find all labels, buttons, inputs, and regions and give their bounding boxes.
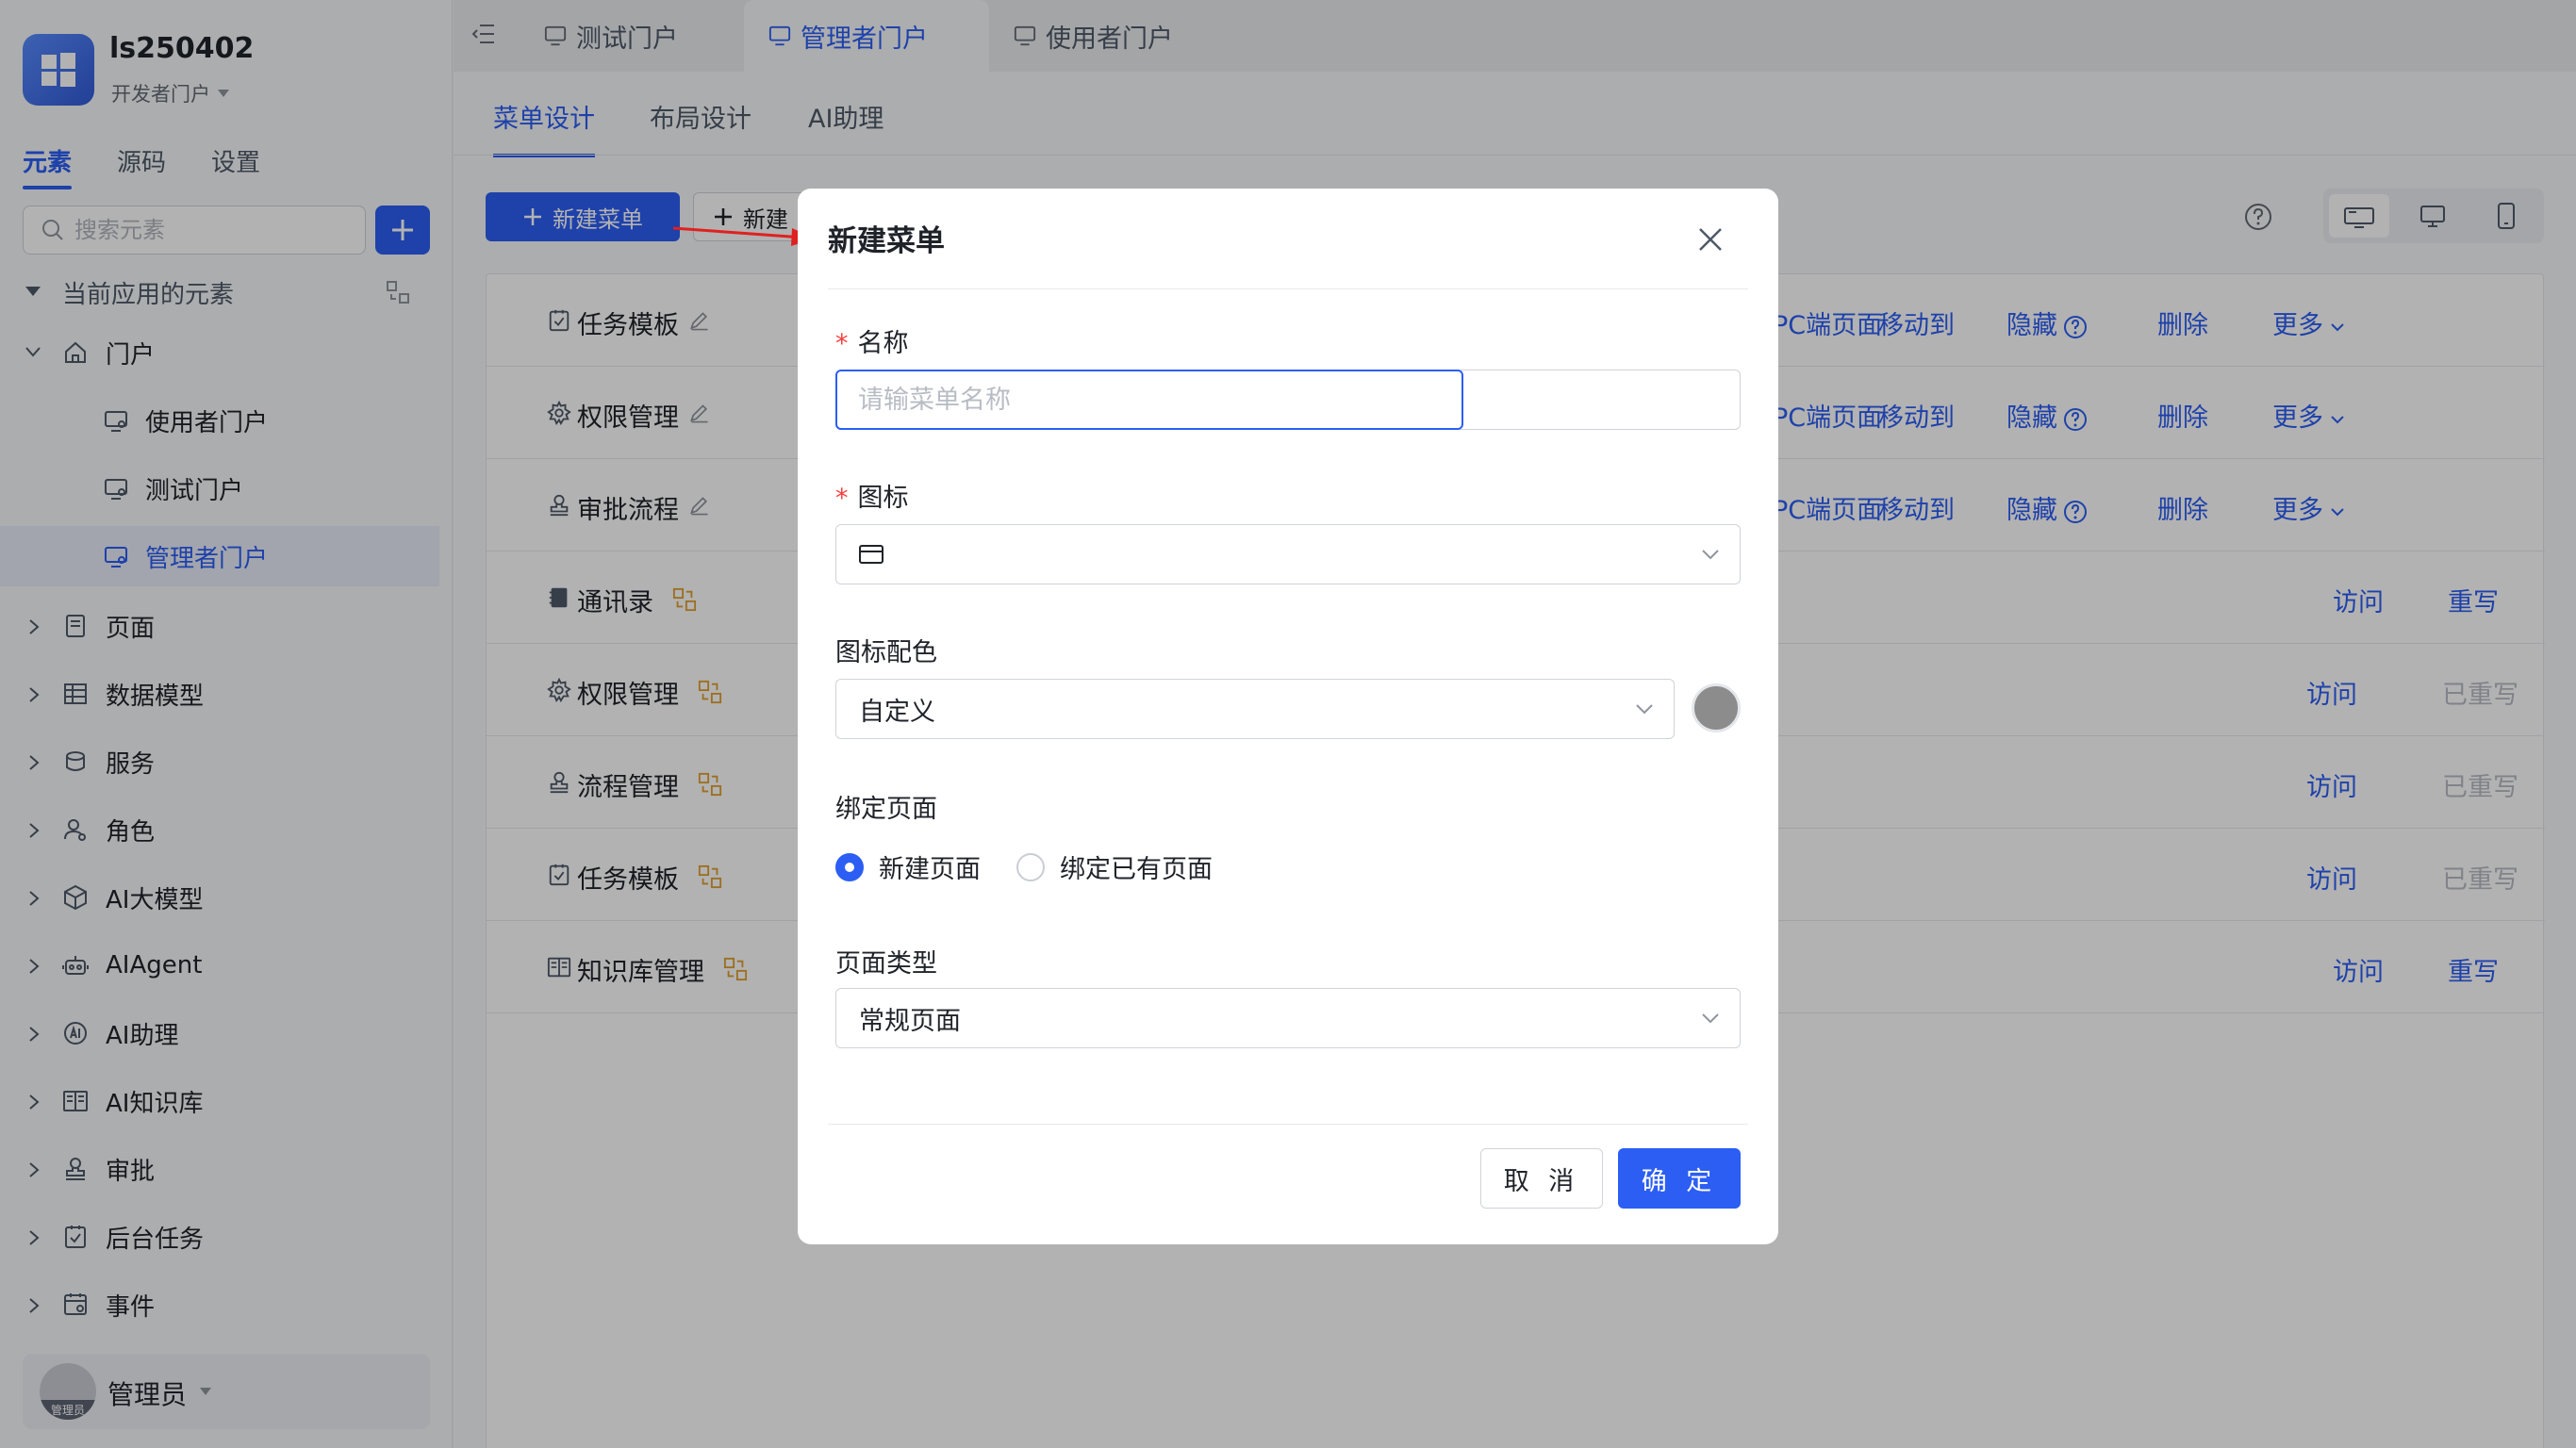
page-type-value: 常规页面 xyxy=(859,1006,961,1036)
close-icon xyxy=(1699,228,1722,251)
icon-select[interactable] xyxy=(835,524,1741,584)
radio-existing-page[interactable]: 绑定已有页面 xyxy=(1016,848,1213,885)
confirm-button[interactable]: 确 定 xyxy=(1618,1148,1741,1209)
chevron-down-icon xyxy=(1702,550,1719,560)
page-type-label: 页面类型 xyxy=(835,949,937,979)
dialog-footer-divider xyxy=(828,1124,1748,1125)
radio-new-page[interactable]: 新建页面 xyxy=(835,848,981,885)
close-button[interactable] xyxy=(1692,221,1729,258)
color-picker-swatch[interactable] xyxy=(1692,683,1741,732)
bind-page-label: 绑定页面 xyxy=(835,795,937,824)
radio-checked-icon xyxy=(835,852,864,881)
icon-label: * 图标 xyxy=(835,484,909,513)
icon-color-value: 自定义 xyxy=(859,697,935,727)
radio-label: 绑定已有页面 xyxy=(1060,855,1213,884)
radio-label: 新建页面 xyxy=(879,855,981,884)
icon-color-select[interactable]: 自定义 xyxy=(835,679,1675,739)
new-menu-dialog: 新建菜单 *名称 *图标 图标配色 自定义 绑定页面 新建页面 绑定已有页面 页… xyxy=(798,189,1778,1244)
dialog-title: 新建菜单 xyxy=(828,224,945,258)
name-label: * 名称 xyxy=(835,329,909,358)
chevron-down-icon xyxy=(1702,1013,1719,1024)
name-field[interactable] xyxy=(858,385,1424,415)
cancel-button[interactable]: 取 消 xyxy=(1480,1148,1603,1209)
dialog-divider xyxy=(828,288,1748,289)
page-type-select[interactable]: 常规页面 xyxy=(835,988,1741,1048)
window-icon xyxy=(859,545,883,564)
radio-unchecked-icon xyxy=(1016,852,1045,881)
name-input[interactable] xyxy=(835,370,1463,430)
icon-color-label: 图标配色 xyxy=(835,638,937,667)
chevron-down-icon xyxy=(1636,704,1653,715)
